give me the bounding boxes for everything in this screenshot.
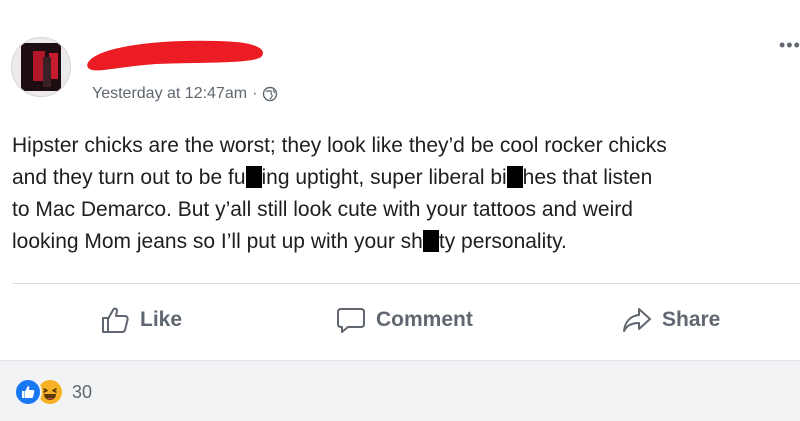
censor-block [245,166,262,188]
share-label: Share [662,308,721,331]
divider [12,283,800,284]
censor-block [506,166,523,188]
comment-bubble-icon [337,308,365,333]
reaction-count: 30 [72,381,93,402]
author-name-redaction [87,40,263,71]
thumbs-up-icon [102,307,129,333]
avatar[interactable] [11,37,71,97]
comment-label: Comment [376,308,473,331]
post-text: Hipster chicks are the worst; they look … [12,130,797,258]
like-button[interactable]: Like [100,298,182,342]
post-text-line: to Mac Demarco. But y’all still look cut… [12,198,633,221]
share-button[interactable]: Share [622,298,720,342]
globe-icon [263,86,278,102]
share-arrow-icon [623,308,651,332]
censor-block [422,230,439,252]
post-card: Yesterday at 12:47am · ••• Hipster chick… [0,0,800,360]
post-text-line: looking Mom jeans so I’ll put up with yo… [12,230,567,253]
meta-separator: · [252,85,258,102]
like-label: Like [140,308,183,331]
post-text-line: Hipster chicks are the worst; they look … [12,134,667,157]
reaction-summary[interactable]: 30 [14,378,92,406]
like-reaction-icon [14,378,42,406]
post-meta: Yesterday at 12:47am · [92,84,278,104]
comment-button[interactable]: Comment [336,298,473,342]
post-actions: Like Comment Share [0,298,800,342]
post-timestamp[interactable]: Yesterday at 12:47am [92,85,247,103]
reactions-bar: 30 [0,360,800,421]
more-options-icon[interactable]: ••• [779,36,800,54]
post-text-line: and they turn out to be fu ing uptight, s… [12,166,653,189]
avatar-image [21,43,61,91]
